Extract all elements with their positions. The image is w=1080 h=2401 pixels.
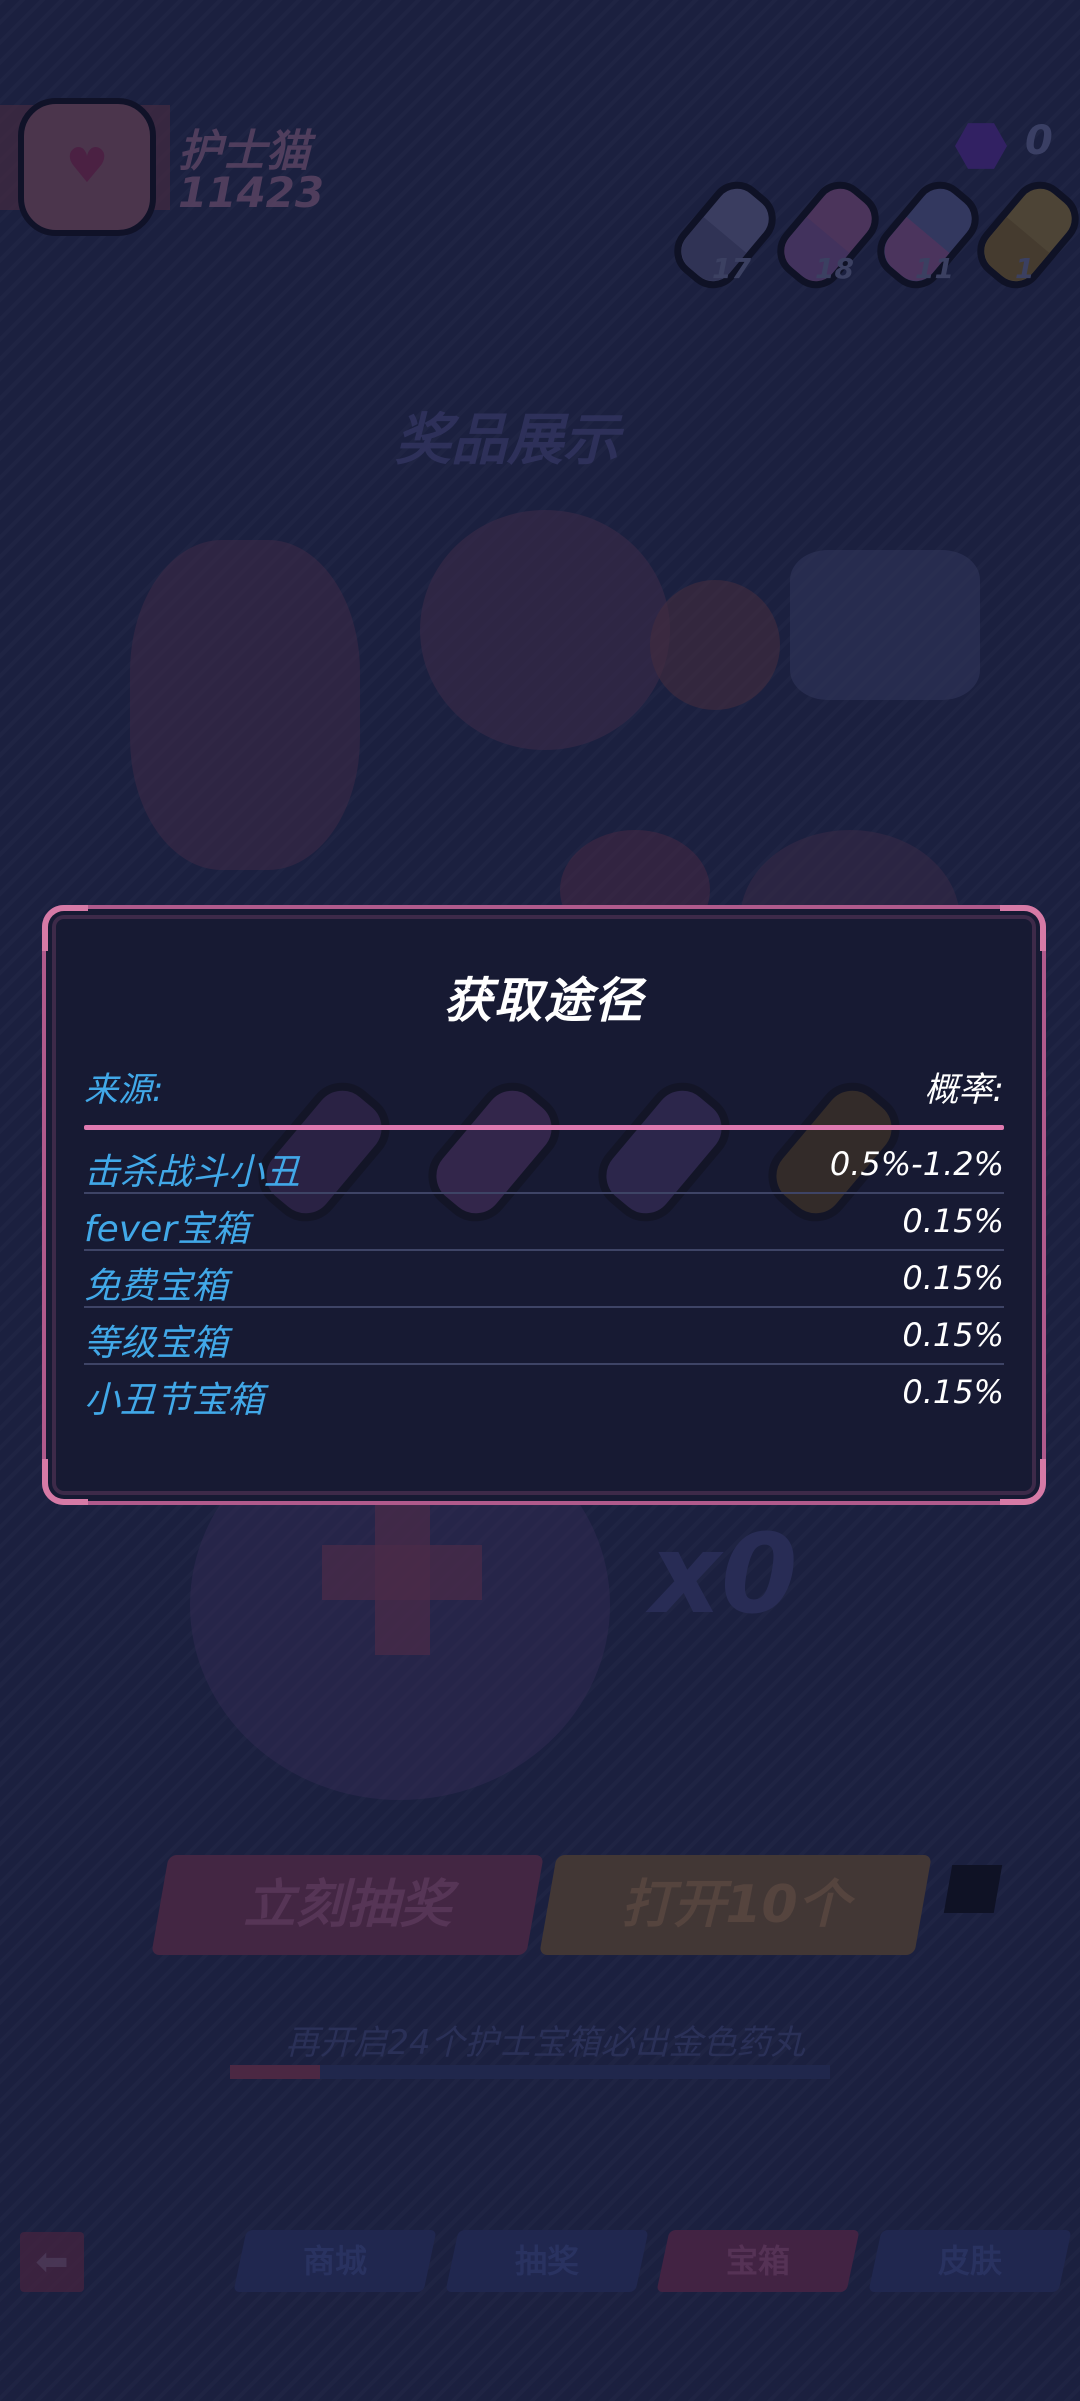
corner-decoration (42, 1459, 88, 1505)
source-row: 小丑节宝箱 0.15% (84, 1365, 1004, 1421)
corner-decoration (42, 905, 88, 951)
header-divider (84, 1125, 1004, 1130)
source-row: fever宝箱 0.15% (84, 1194, 1004, 1251)
source-probability: 0.15% (902, 1373, 1004, 1411)
modal-title: 获取途径 (443, 973, 644, 1029)
source-list: 击杀战斗小丑 0.5%-1.2% fever宝箱 0.15% 免费宝箱 0.15% 等级宝箱… (84, 1137, 1004, 1421)
source-name: fever宝箱 (84, 1209, 250, 1250)
source-header: 来源: (84, 1070, 164, 1110)
source-name: 免费宝箱 (84, 1266, 229, 1307)
source-probability: 0.5%-1.2% (829, 1145, 1004, 1183)
source-probability: 0.15% (902, 1316, 1004, 1354)
source-row: 击杀战斗小丑 0.5%-1.2% (84, 1137, 1004, 1194)
source-name: 等级宝箱 (84, 1323, 229, 1364)
acquisition-modal: 获取途径 来源: 概率: 击杀战斗小丑 0.5%-1.2% fever宝箱 0.15%… (42, 905, 1046, 1505)
corner-decoration (1000, 905, 1046, 951)
source-name: 击杀战斗小丑 (84, 1152, 301, 1193)
source-row: 免费宝箱 0.15% (84, 1251, 1004, 1308)
source-probability: 0.15% (902, 1259, 1004, 1297)
probability-header: 概率: (924, 1070, 1004, 1110)
source-probability: 0.15% (902, 1202, 1004, 1240)
corner-decoration (1000, 1459, 1046, 1505)
source-name: 小丑节宝箱 (84, 1380, 265, 1421)
source-row: 等级宝箱 0.15% (84, 1308, 1004, 1365)
